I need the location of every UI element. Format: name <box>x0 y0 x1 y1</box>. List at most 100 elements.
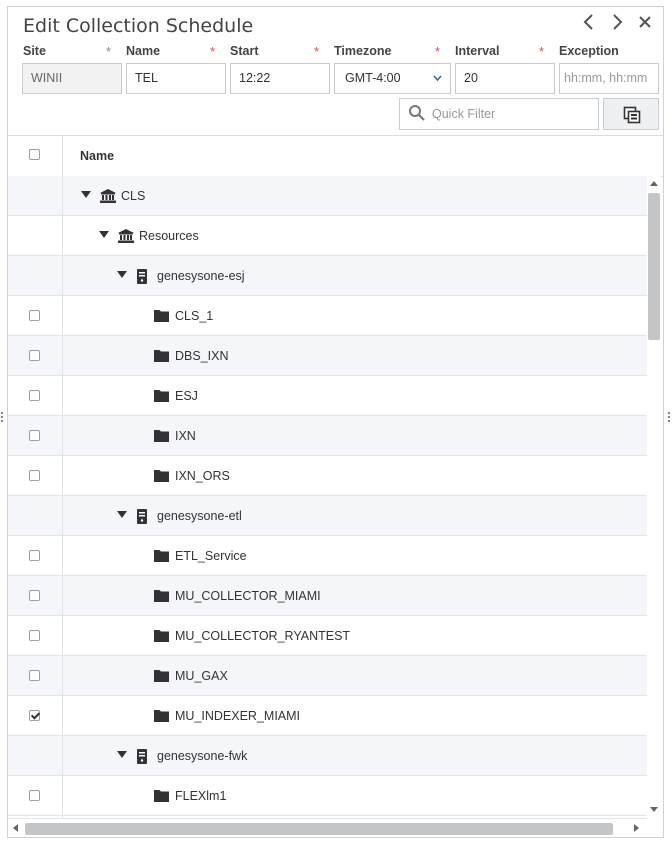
resource-grid: Name CLS Resources genesysone-esj CLS_1 DBS_… <box>8 135 663 818</box>
row-checkbox[interactable] <box>29 550 40 561</box>
column-header-name[interactable]: Name <box>80 149 114 163</box>
row-label: IXN <box>175 429 196 443</box>
table-row[interactable]: CLS <box>8 176 647 216</box>
row-label: DBS_IXN <box>175 349 229 363</box>
row-checkbox[interactable] <box>29 590 40 601</box>
folder-icon <box>154 349 169 367</box>
folder-icon <box>154 309 169 327</box>
chevron-left-icon[interactable] <box>580 11 598 35</box>
row-checkbox[interactable] <box>29 350 40 361</box>
expand-arrow-icon[interactable] <box>117 511 127 518</box>
expand-arrow-icon[interactable] <box>99 231 109 238</box>
row-label: IXN_ORS <box>175 469 230 483</box>
row-label: CLS_1 <box>175 309 214 323</box>
interval-required-mark: * <box>539 44 545 59</box>
row-checkbox[interactable] <box>29 630 40 641</box>
name-field[interactable]: TEL <box>126 63 226 94</box>
site-required-mark: * <box>106 44 112 59</box>
table-row[interactable]: MU_COLLECTOR_RYANTEST <box>8 616 647 656</box>
search-icon <box>408 104 426 122</box>
timezone-select[interactable]: GMT-4:00 <box>334 63 451 94</box>
site-field: WINII <box>22 63 122 94</box>
table-row[interactable]: genesysone-fwk <box>8 736 647 776</box>
folder-icon <box>154 789 169 807</box>
folder-icon <box>154 469 169 487</box>
row-checkbox[interactable] <box>29 430 40 441</box>
table-row[interactable]: genesysone-esj <box>8 256 647 296</box>
row-label: genesysone-fwk <box>157 749 248 763</box>
server-icon <box>136 749 148 769</box>
quick-filter-input[interactable]: Quick Filter <box>399 98 599 130</box>
folder-icon <box>154 389 169 407</box>
resize-grip-left[interactable] <box>1 412 4 426</box>
timezone-value: GMT-4:00 <box>345 71 401 85</box>
table-row[interactable]: genesysone-etl <box>8 496 647 536</box>
column-divider <box>62 136 63 818</box>
row-checkbox[interactable] <box>29 670 40 681</box>
horizontal-scroll-thumb[interactable] <box>25 823 613 835</box>
folder-icon <box>154 429 169 447</box>
vertical-scroll-thumb[interactable] <box>648 193 660 340</box>
scroll-down-icon[interactable] <box>650 807 658 812</box>
row-label: genesysone-etl <box>157 509 242 523</box>
expand-arrow-icon[interactable] <box>117 751 127 758</box>
expand-arrow-icon[interactable] <box>117 271 127 278</box>
table-row[interactable]: ESJ <box>8 376 647 416</box>
resize-grip-right[interactable] <box>668 412 671 426</box>
quick-filter-placeholder: Quick Filter <box>432 107 496 121</box>
row-label: MU_COLLECTOR_RYANTEST <box>175 629 351 643</box>
exception-label: Exception <box>559 44 619 58</box>
server-icon <box>136 269 148 289</box>
vertical-scrollbar[interactable] <box>647 176 661 817</box>
name-label: Name <box>126 44 161 58</box>
interval-field[interactable]: 20 <box>455 63 555 94</box>
table-row[interactable]: MU_INDEXER_MIAMI <box>8 696 647 736</box>
start-label: Start <box>230 44 259 58</box>
row-label: MU_COLLECTOR_MIAMI <box>175 589 321 603</box>
timezone-label: Timezone <box>334 44 392 58</box>
close-icon[interactable] <box>636 11 654 35</box>
chevron-right-icon[interactable] <box>608 11 626 35</box>
table-row[interactable]: ETL_Service <box>8 536 647 576</box>
folder-icon <box>154 589 169 607</box>
scroll-right-icon[interactable] <box>634 824 639 832</box>
folder-icon <box>154 669 169 687</box>
table-row[interactable]: CLS_1 <box>8 296 647 336</box>
expand-arrow-icon[interactable] <box>81 191 91 198</box>
start-field[interactable]: 12:22 <box>230 63 330 94</box>
site-label: Site <box>23 44 46 58</box>
select-all-checkbox[interactable] <box>29 149 40 160</box>
row-checkbox[interactable] <box>29 470 40 481</box>
row-label: MU_INDEXER_MIAMI <box>175 709 301 723</box>
row-label: FLEXlm1 <box>175 789 227 803</box>
grid-header: Name <box>8 136 663 177</box>
institution-icon <box>118 229 134 248</box>
interval-label: Interval <box>455 44 500 58</box>
table-row[interactable]: FLEXlm1 <box>8 776 647 816</box>
institution-icon <box>100 189 116 208</box>
table-row[interactable]: DBS_IXN <box>8 336 647 376</box>
row-checkbox[interactable] <box>29 310 40 321</box>
row-checkbox[interactable] <box>29 790 40 801</box>
folder-icon <box>154 629 169 647</box>
row-checkbox[interactable] <box>29 390 40 401</box>
row-label: ESJ <box>175 389 198 403</box>
table-row[interactable]: MU_GAX <box>8 656 647 696</box>
table-row[interactable]: Resources <box>8 216 647 256</box>
table-row[interactable]: IXN_ORS <box>8 456 647 496</box>
start-required-mark: * <box>314 44 320 59</box>
dialog-title: Edit Collection Schedule <box>23 15 254 37</box>
exception-field[interactable]: hh:mm, hh:mm <box>559 63 659 94</box>
copy-icon <box>623 106 641 129</box>
name-required-mark: * <box>210 44 216 59</box>
copy-button[interactable] <box>603 98 659 130</box>
row-label: MU_GAX <box>175 669 228 683</box>
table-row[interactable]: IXN <box>8 416 647 456</box>
table-row[interactable]: MU_COLLECTOR_MIAMI <box>8 576 647 616</box>
horizontal-scrollbar[interactable] <box>8 818 647 837</box>
scroll-left-icon[interactable] <box>13 824 18 832</box>
scroll-up-icon[interactable] <box>650 181 658 186</box>
row-label: Resources <box>139 229 199 243</box>
row-checkbox[interactable] <box>29 710 40 721</box>
timezone-required-mark: * <box>435 44 441 59</box>
